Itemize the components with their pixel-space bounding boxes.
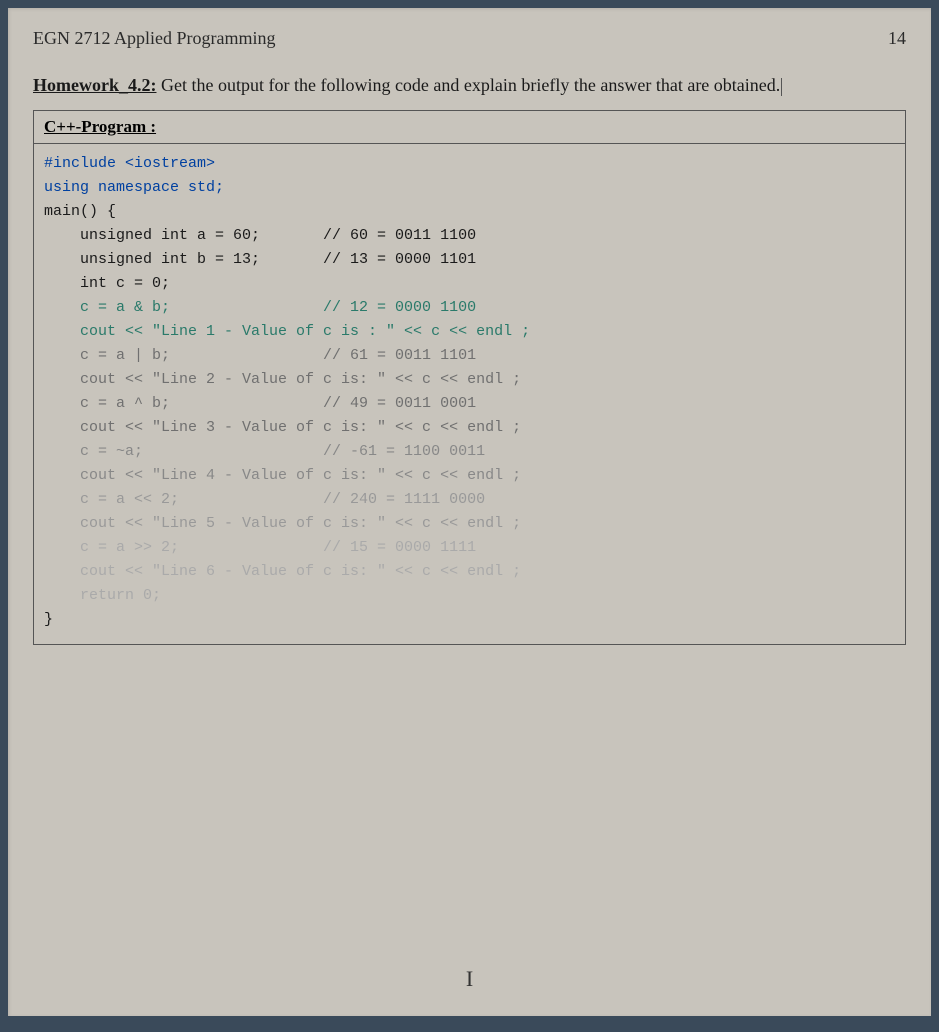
homework-prompt: Get the output for the following code an…	[156, 75, 780, 95]
code-line: c = a | b; // 61 = 0011 1101	[44, 344, 895, 368]
code-line: main() {	[44, 200, 895, 224]
code-line: cout << "Line 3 - Value of c is: " << c …	[44, 416, 895, 440]
homework-block: Homework_4.2: Get the output for the fol…	[33, 74, 906, 98]
page-number: 14	[888, 28, 906, 49]
program-label: C++-Program :	[44, 117, 156, 136]
code-line: c = a << 2; // 240 = 1111 0000	[44, 488, 895, 512]
ibeam-cursor-icon: I	[466, 966, 473, 992]
homework-title: Homework_4.2:	[33, 75, 156, 95]
page: EGN 2712 Applied Programming 14 Homework…	[8, 8, 931, 1016]
code-line: cout << "Line 4 - Value of c is: " << c …	[44, 464, 895, 488]
code-line: #include <iostream>	[44, 152, 895, 176]
code-line: c = a ^ b; // 49 = 0011 0001	[44, 392, 895, 416]
code-line: unsigned int b = 13; // 13 = 0000 1101	[44, 248, 895, 272]
code-line: c = a & b; // 12 = 0000 1100	[44, 296, 895, 320]
code-line: cout << "Line 5 - Value of c is: " << c …	[44, 512, 895, 536]
code-box: #include <iostream> using namespace std;…	[33, 143, 906, 645]
code-line: return 0;	[44, 584, 895, 608]
program-label-box: C++-Program :	[33, 110, 906, 143]
code-line: cout << "Line 1 - Value of c is : " << c…	[44, 320, 895, 344]
code-line: c = a >> 2; // 15 = 0000 1111	[44, 536, 895, 560]
code-line: c = ~a; // -61 = 1100 0011	[44, 440, 895, 464]
code-line: cout << "Line 6 - Value of c is: " << c …	[44, 560, 895, 584]
code-line: cout << "Line 2 - Value of c is: " << c …	[44, 368, 895, 392]
code-line: }	[44, 608, 895, 632]
text-cursor-icon	[781, 78, 782, 96]
course-title: EGN 2712 Applied Programming	[33, 28, 275, 49]
code-line: unsigned int a = 60; // 60 = 0011 1100	[44, 224, 895, 248]
code-line: int c = 0;	[44, 272, 895, 296]
header-row: EGN 2712 Applied Programming 14	[33, 28, 906, 49]
code-line: using namespace std;	[44, 176, 895, 200]
